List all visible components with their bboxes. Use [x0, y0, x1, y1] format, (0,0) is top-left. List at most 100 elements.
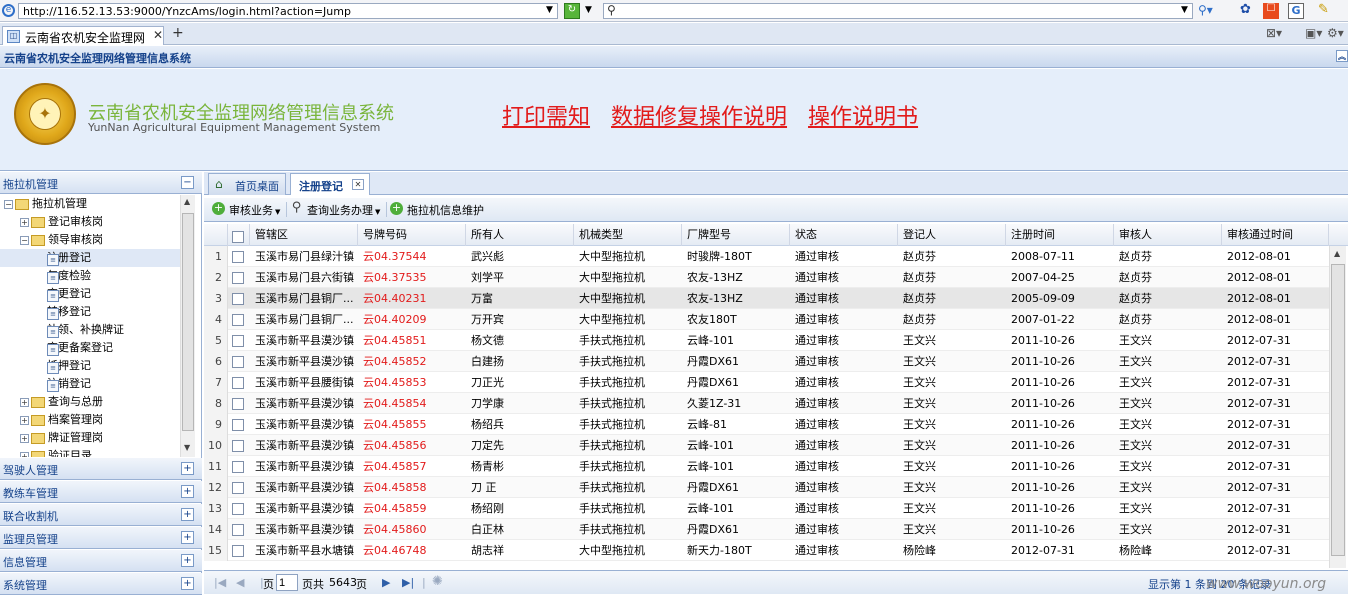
- new-tab-icon[interactable]: +: [172, 25, 184, 41]
- column-header[interactable]: 所有人: [466, 224, 574, 246]
- row-checkbox[interactable]: [232, 314, 244, 326]
- close-tab-icon[interactable]: ✕: [352, 179, 364, 190]
- addon-icon[interactable]: ☐: [1263, 3, 1279, 19]
- scroll-down-icon[interactable]: ▼: [184, 443, 190, 452]
- column-header[interactable]: 登记人: [898, 224, 1006, 246]
- column-header[interactable]: 号牌号码: [358, 224, 466, 246]
- expand-icon[interactable]: +: [181, 554, 194, 567]
- table-row[interactable]: 14 玉溪市新平县漠沙镇 云04.45860 白正林 手扶式拖拉机 丹霞DX61 通过审核 王…: [204, 519, 1329, 540]
- expand-icon[interactable]: +: [20, 397, 29, 407]
- refresh-dropdown-icon[interactable]: ▼: [585, 5, 592, 15]
- sidebar-panel-header[interactable]: 系统管理 +: [0, 573, 202, 595]
- row-checkbox[interactable]: [232, 272, 244, 284]
- data-repair-guide-link[interactable]: 数据修复操作说明: [611, 105, 787, 130]
- manual-link[interactable]: 操作说明书: [808, 105, 918, 130]
- row-checkbox[interactable]: [232, 356, 244, 368]
- column-header[interactable]: 管辖区: [250, 224, 358, 246]
- sidebar-panel-header[interactable]: 拖拉机管理 −: [0, 172, 202, 194]
- row-checkbox[interactable]: [232, 377, 244, 389]
- row-checkbox[interactable]: [232, 461, 244, 473]
- tree-node[interactable]: − 领导审核岗: [0, 231, 180, 249]
- next-page-icon[interactable]: ▶: [382, 576, 390, 589]
- tractor-info-button[interactable]: + 拖拉机信息维护: [390, 202, 484, 218]
- column-header[interactable]: 厂牌型号: [682, 224, 790, 246]
- sidebar-panel-header[interactable]: 教练车管理 +: [0, 481, 202, 503]
- tree-node[interactable]: ≡ 变更登记: [0, 285, 180, 303]
- tools-menu-icon[interactable]: ⚙▾: [1327, 26, 1344, 40]
- scroll-up-icon[interactable]: ▲: [184, 197, 190, 206]
- column-header[interactable]: 状态: [790, 224, 898, 246]
- table-row[interactable]: 8 玉溪市新平县漠沙镇 云04.45854 刀学康 手扶式拖拉机 久菱1Z-31 通过审核 王…: [204, 393, 1329, 414]
- row-checkbox[interactable]: [232, 419, 244, 431]
- close-tab-icon[interactable]: ✕: [153, 28, 163, 42]
- address-dropdown-icon[interactable]: ▼: [546, 5, 553, 15]
- row-checkbox[interactable]: [232, 440, 244, 452]
- refresh-icon[interactable]: ✺: [432, 574, 443, 589]
- print-notice-link[interactable]: 打印需知: [502, 105, 590, 130]
- row-checkbox[interactable]: [232, 293, 244, 305]
- tree-node[interactable]: − 拖拉机管理: [0, 195, 180, 213]
- sidebar-panel-header[interactable]: 监理员管理 +: [0, 527, 202, 549]
- tree-node[interactable]: + 查询与总册: [0, 393, 180, 411]
- tree-node[interactable]: + 档案管理岗: [0, 411, 180, 429]
- expand-icon[interactable]: +: [181, 531, 194, 544]
- expand-icon[interactable]: +: [181, 577, 194, 590]
- expand-icon[interactable]: +: [20, 415, 29, 425]
- grid-scrollbar[interactable]: ▲: [1329, 246, 1346, 568]
- column-header[interactable]: 审核人: [1114, 224, 1222, 246]
- row-checkbox[interactable]: [232, 524, 244, 536]
- table-row[interactable]: 13 玉溪市新平县漠沙镇 云04.45859 杨绍刚 手扶式拖拉机 云峰-101 通过审核 王…: [204, 498, 1329, 519]
- table-row[interactable]: 2 玉溪市易门县六街镇 云04.37535 刘学平 大中型拖拉机 农友-13HZ 通过审核 赵…: [204, 267, 1329, 288]
- tree-node[interactable]: ≡ 转移登记: [0, 303, 180, 321]
- collapse-header-icon[interactable]: ︽: [1336, 50, 1348, 62]
- tab-register[interactable]: 注册登记 ✕: [290, 173, 370, 195]
- table-row[interactable]: 7 玉溪市新平县腰街镇 云04.45853 刀正光 手扶式拖拉机 丹霞DX61 通过审核 王文…: [204, 372, 1329, 393]
- table-row[interactable]: 3 玉溪市易门县铜厂... 云04.40231 万富 大中型拖拉机 农友-13HZ 通过审核…: [204, 288, 1329, 309]
- tree-node[interactable]: + 登记审核岗: [0, 213, 180, 231]
- row-checkbox[interactable]: [232, 482, 244, 494]
- first-page-icon[interactable]: |◀: [214, 576, 226, 589]
- tree-node[interactable]: ≡ 抵押登记: [0, 357, 180, 375]
- expand-icon[interactable]: +: [20, 433, 29, 443]
- expand-icon[interactable]: +: [181, 508, 194, 521]
- page-menu-icon[interactable]: ▣▾: [1305, 26, 1322, 40]
- table-row[interactable]: 12 玉溪市新平县漠沙镇 云04.45858 刀 正 手扶式拖拉机 丹霞DX61 通过审核 王…: [204, 477, 1329, 498]
- table-row[interactable]: 6 玉溪市新平县漠沙镇 云04.45852 白建扬 手扶式拖拉机 丹霞DX61 通过审核 王文…: [204, 351, 1329, 372]
- table-row[interactable]: 11 玉溪市新平县漠沙镇 云04.45857 杨青彬 手扶式拖拉机 云峰-101 通过审核 王…: [204, 456, 1329, 477]
- baidu-icon[interactable]: ✿: [1240, 2, 1251, 17]
- row-checkbox[interactable]: [232, 335, 244, 347]
- sidebar-panel-header[interactable]: 驾驶人管理 +: [0, 458, 202, 480]
- prev-page-icon[interactable]: ◀: [236, 576, 244, 589]
- query-business-button[interactable]: ⚲ 查询业务办理 ▼: [290, 201, 381, 218]
- column-header[interactable]: 机械类型: [574, 224, 682, 246]
- sidebar-panel-header[interactable]: 联合收割机 +: [0, 504, 202, 526]
- table-row[interactable]: 1 玉溪市易门县绿汁镇 云04.37544 武兴彪 大中型拖拉机 时骏牌-180T 通过审核…: [204, 246, 1329, 267]
- pen-icon[interactable]: ✎: [1318, 2, 1329, 17]
- expand-icon[interactable]: +: [181, 485, 194, 498]
- scroll-thumb[interactable]: [182, 213, 194, 431]
- scroll-up-icon[interactable]: ▲: [1334, 249, 1340, 258]
- tree-node[interactable]: + 牌证管理岗: [0, 429, 180, 447]
- tab-close-icon[interactable]: ⊠▾: [1266, 26, 1282, 40]
- expand-icon[interactable]: +: [20, 217, 29, 227]
- refresh-icon[interactable]: ↻: [564, 3, 580, 19]
- collapse-icon[interactable]: −: [4, 199, 13, 209]
- tree-node[interactable]: ≡ 年度检验: [0, 267, 180, 285]
- collapse-icon[interactable]: −: [181, 176, 194, 189]
- tab-home-desktop[interactable]: ⌂ 首页桌面: [208, 173, 286, 195]
- table-row[interactable]: 9 玉溪市新平县漠沙镇 云04.45855 杨绍兵 手扶式拖拉机 云峰-81 通过审核 王文兴…: [204, 414, 1329, 435]
- address-input[interactable]: http://116.52.13.53:9000/YnzcAms/login.h…: [18, 3, 558, 19]
- expand-icon[interactable]: +: [181, 462, 194, 475]
- column-header[interactable]: 审核通过时间: [1222, 224, 1329, 246]
- row-checkbox[interactable]: [232, 503, 244, 515]
- scroll-thumb[interactable]: [1331, 264, 1345, 556]
- column-header[interactable]: 注册时间: [1006, 224, 1114, 246]
- tree-node[interactable]: ≡ 注册登记: [0, 249, 180, 267]
- table-row[interactable]: 10 玉溪市新平县漠沙镇 云04.45856 刀定先 手扶式拖拉机 云峰-101 通过审核 王…: [204, 435, 1329, 456]
- browser-tab[interactable]: ◫ 云南省农机安全监理网 ✕: [2, 26, 164, 45]
- table-row[interactable]: 5 玉溪市新平县漠沙镇 云04.45851 杨文德 手扶式拖拉机 云峰-101 通过审核 王文…: [204, 330, 1329, 351]
- search-input[interactable]: [603, 3, 1193, 19]
- audit-business-button[interactable]: + 审核业务 ▼: [212, 202, 280, 218]
- select-all-checkbox[interactable]: [232, 231, 244, 243]
- google-icon[interactable]: G: [1288, 3, 1304, 19]
